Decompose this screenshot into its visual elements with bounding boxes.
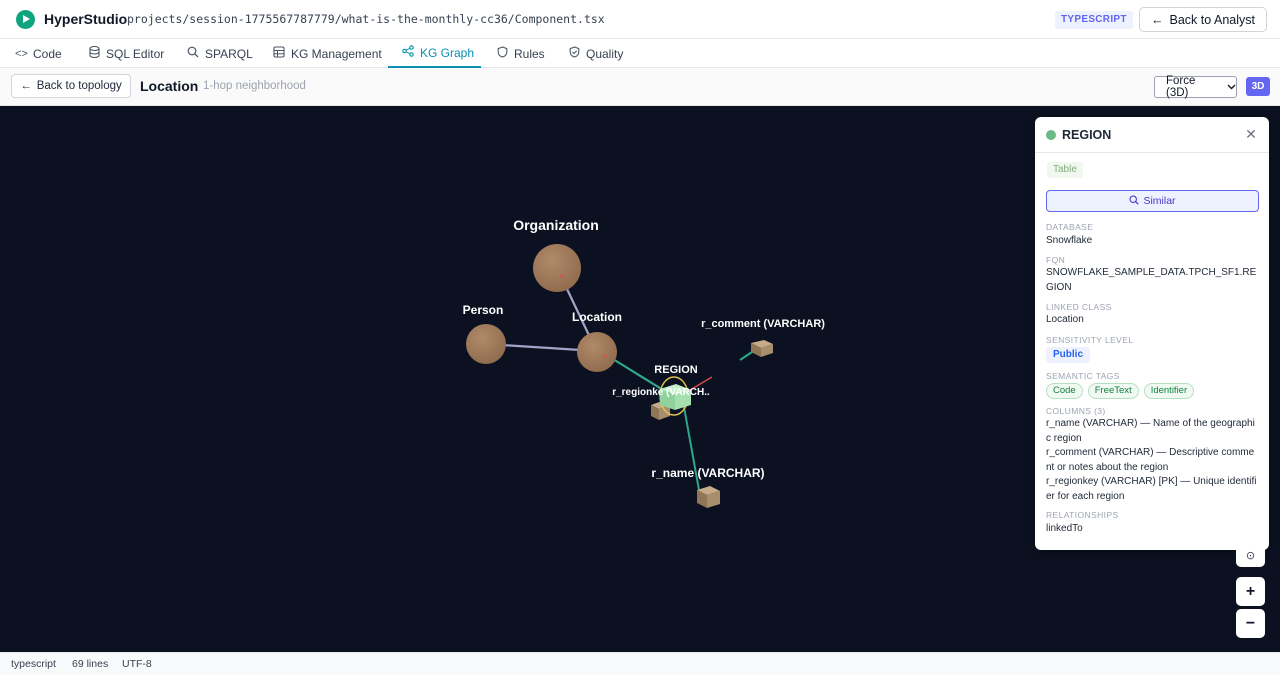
label-r-comment: r_comment (VARCHAR) (701, 318, 825, 330)
label-r-name: r_name (VARCHAR) (651, 466, 764, 480)
back-to-analyst-label: Back to Analyst (1169, 12, 1255, 27)
tab-code[interactable]: <> Code (15, 39, 62, 68)
close-icon[interactable]: ✕ (1243, 126, 1259, 142)
tab-sql-editor[interactable]: SQL Editor (88, 39, 164, 68)
sensitivity-badge: Public (1046, 347, 1091, 363)
language-badge: TYPESCRIPT (1055, 11, 1133, 29)
semantic-tags: Code FreeText Identifier (1046, 383, 1195, 399)
node-details-panel: REGION ✕ Table Similar DATABASE Snowflak… (1035, 117, 1269, 550)
column-item: r_name (VARCHAR) — Name of the geographi… (1046, 418, 1255, 444)
tag-code: Code (1046, 383, 1083, 399)
table-icon (273, 46, 285, 61)
tab-bar: <> Code SQL Editor SPARQL KG Management … (0, 39, 1280, 68)
linked-class-label: LINKED CLASS (1046, 302, 1112, 312)
shield-check-icon (568, 46, 580, 61)
top-bar: HyperStudio projects/session-17755677877… (0, 0, 1280, 39)
similar-label: Similar (1143, 195, 1176, 207)
app-title: HyperStudio (44, 11, 128, 27)
view-title: Location (140, 78, 199, 94)
graph-toolbar: ← Back to topology Location 1-hop neighb… (0, 68, 1280, 106)
mode-3d-badge[interactable]: 3D (1246, 77, 1270, 96)
file-path: projects/session-1775567787779/what-is-t… (127, 12, 605, 26)
tab-kg-graph[interactable]: KG Graph (388, 39, 481, 68)
relationships-label: RELATIONSHIPS (1046, 510, 1119, 520)
zoom-out-button[interactable]: − (1236, 609, 1265, 638)
label-r-regionkey: r_regionke (VARCH.. (612, 387, 710, 398)
node-person[interactable] (466, 324, 506, 364)
tab-label: Rules (514, 46, 545, 61)
reset-view-icon[interactable]: ⊙ (1236, 549, 1265, 567)
database-icon (88, 45, 100, 61)
tab-label: Code (33, 46, 62, 61)
status-encoding: UTF-8 (122, 658, 152, 670)
node-marker (560, 274, 564, 278)
node-organization[interactable] (533, 244, 581, 292)
layout-select[interactable]: Force (3D) (1154, 75, 1237, 99)
database-value: Snowflake (1046, 235, 1093, 246)
tab-label: KG Management (291, 46, 382, 61)
chevron-down-icon (1227, 81, 1236, 93)
tab-label: SQL Editor (106, 46, 165, 61)
status-language: typescript (11, 658, 56, 670)
relationships-value: linkedTo (1046, 523, 1083, 534)
column-item: r_regionkey (VARCHAR) [PK] — Unique iden… (1046, 476, 1257, 502)
tab-label: SPARQL (205, 46, 253, 61)
tab-sparql[interactable]: SPARQL (187, 39, 253, 68)
semantic-tags-label: SEMANTIC TAGS (1046, 371, 1120, 381)
back-to-analyst-button[interactable]: ← Back to Analyst (1139, 7, 1267, 32)
tab-label: Quality (586, 46, 624, 61)
node-r-name[interactable] (697, 486, 720, 508)
node-marker (603, 354, 607, 358)
back-to-topology-button[interactable]: ← Back to topology (11, 74, 131, 98)
tag-freetext: FreeText (1087, 383, 1139, 399)
node-location[interactable] (577, 332, 617, 372)
arrow-left-icon: ← (20, 80, 32, 92)
type-badge: Table (1047, 162, 1083, 178)
tab-quality[interactable]: Quality (568, 39, 623, 68)
fqn-label: FQN (1046, 255, 1066, 265)
node-r-comment[interactable] (751, 340, 773, 357)
linked-class-value: Location (1046, 314, 1084, 325)
similar-button[interactable]: Similar (1046, 190, 1259, 212)
zoom-in-button[interactable]: + (1236, 577, 1265, 606)
status-lines: 69 lines (72, 658, 109, 670)
play-logo-icon (16, 10, 35, 29)
shield-icon (496, 46, 508, 61)
layout-select-value: Force (3D) (1166, 75, 1196, 99)
label-location: Location (572, 310, 622, 324)
fqn-value: SNOWFLAKE_SAMPLE_DATA.TPCH_SF1.REGION (1046, 267, 1257, 293)
arrow-left-icon: ← (1151, 12, 1164, 27)
panel-title: REGION (1062, 128, 1112, 142)
label-person: Person (463, 303, 504, 317)
share-icon (402, 45, 414, 60)
tab-label: KG Graph (420, 45, 475, 60)
status-bar: typescript 69 lines UTF-8 (0, 652, 1280, 675)
view-subtitle: 1-hop neighborhood (203, 80, 306, 92)
label-region: REGION (654, 364, 697, 376)
panel-header: REGION ✕ (1035, 117, 1269, 153)
status-dot (1046, 130, 1056, 140)
column-item: r_comment (VARCHAR) — Descriptive commen… (1046, 447, 1255, 473)
tab-rules[interactable]: Rules (496, 39, 545, 68)
sensitivity-label: SENSITIVITY LEVEL (1046, 335, 1134, 345)
back-to-topology-label: Back to topology (36, 80, 122, 92)
database-label: DATABASE (1046, 222, 1094, 232)
code-icon: <> (15, 47, 28, 60)
label-organization: Organization (513, 217, 599, 233)
tag-identifier: Identifier (1143, 383, 1195, 399)
columns-label: COLUMNS (3) (1046, 406, 1106, 416)
tab-kg-management[interactable]: KG Management (273, 39, 382, 68)
search-icon (187, 46, 199, 61)
search-icon (1129, 194, 1140, 208)
